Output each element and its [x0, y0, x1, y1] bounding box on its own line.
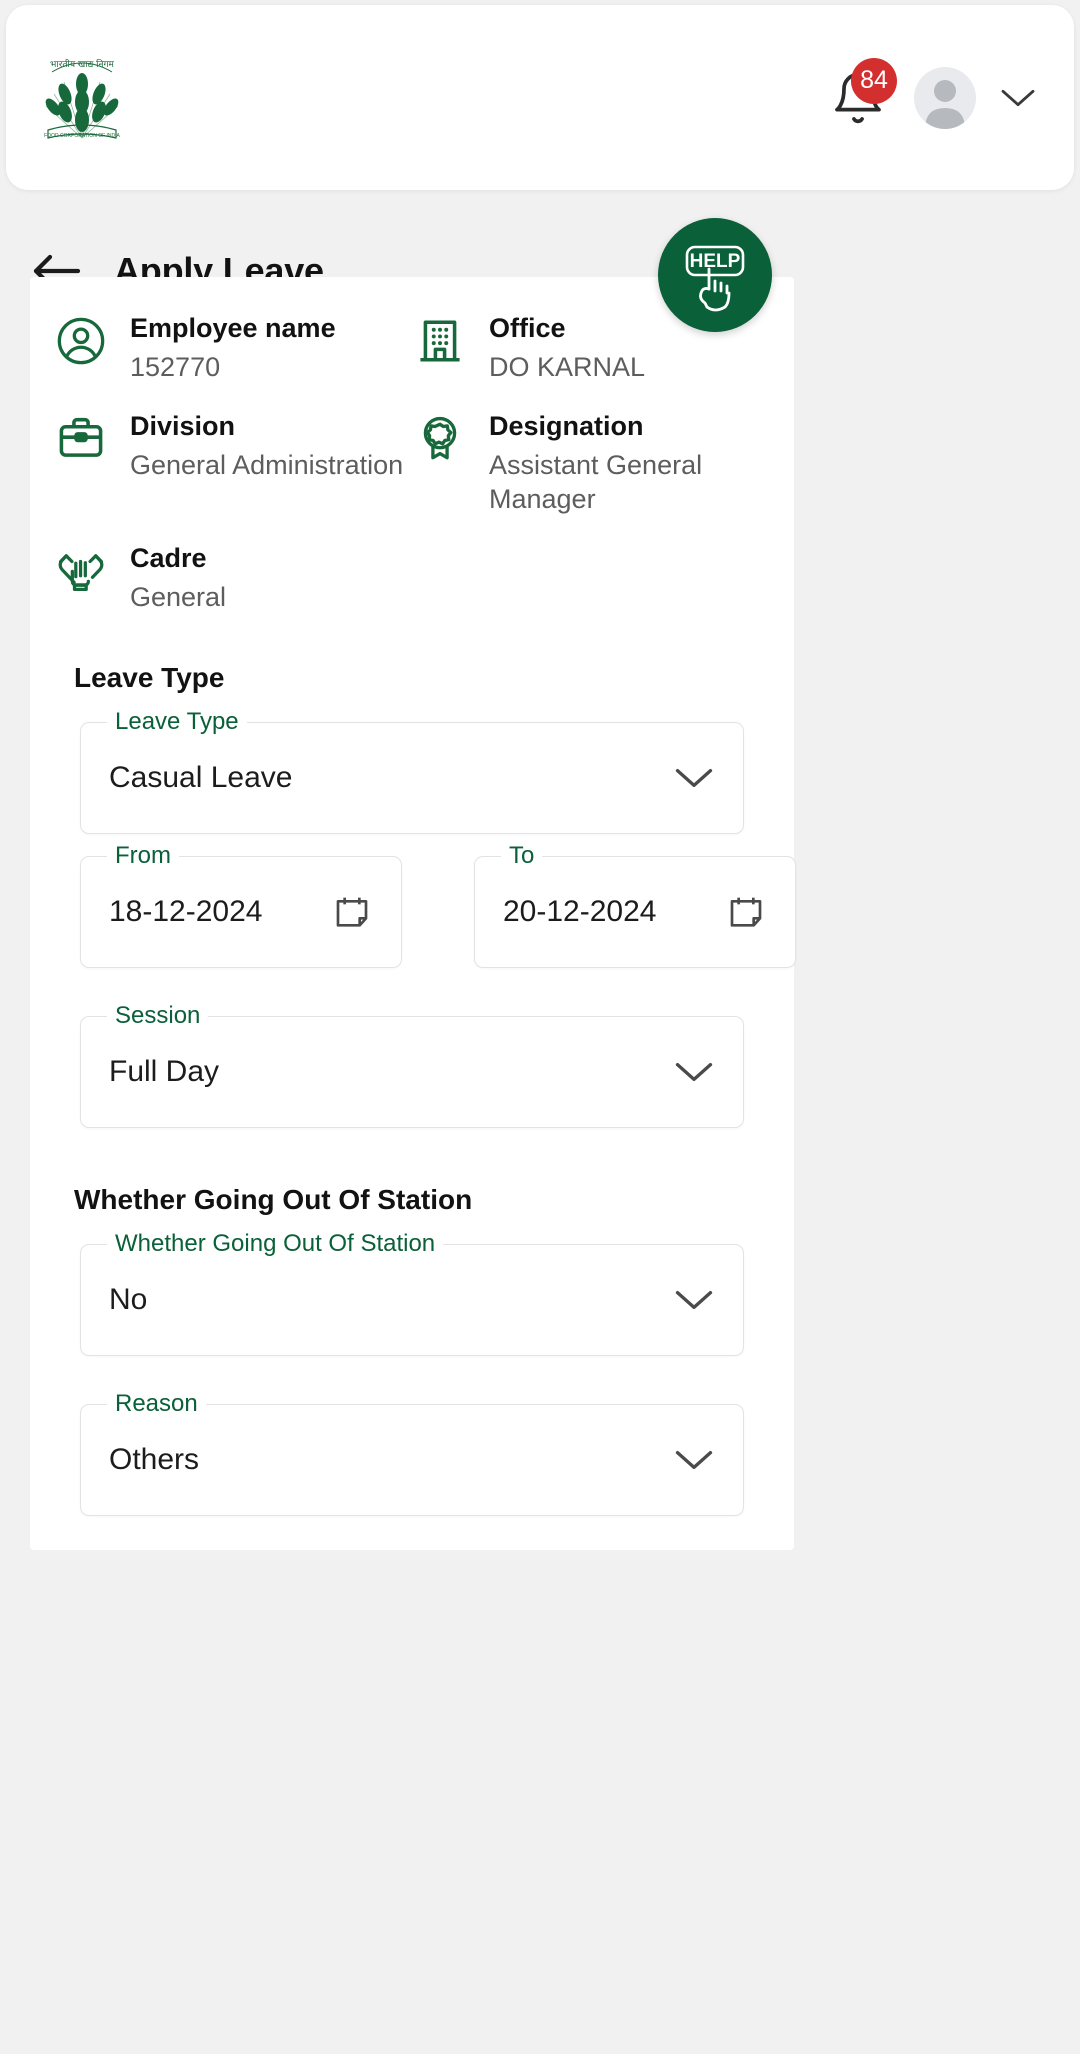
out-of-station-legend: Whether Going Out Of Station — [107, 1230, 444, 1260]
award-badge-icon — [413, 411, 467, 465]
session-value: Full Day — [109, 1055, 220, 1089]
help-label: HELP — [690, 251, 741, 272]
svg-text:भारतीय खाद्य निगम: भारतीय खाद्य निगम — [50, 58, 114, 70]
user-circle-icon — [54, 313, 108, 367]
leave-type-select[interactable]: Leave Type Casual Leave — [80, 708, 744, 835]
chevron-down-icon[interactable] — [671, 755, 717, 801]
chevron-down-icon[interactable] — [671, 1049, 717, 1095]
apply-leave-card: Employee name 152770 Office DO KARNAL Di… — [30, 277, 796, 1551]
info-value: General Administration — [130, 449, 404, 480]
info-value: 152770 — [130, 352, 221, 383]
reason-select[interactable]: Reason Others — [80, 1390, 744, 1517]
calendar-icon[interactable] — [723, 889, 769, 935]
from-date-value: 18-12-2024 — [109, 895, 263, 929]
out-of-station-value: No — [109, 1283, 148, 1317]
reason-value: Others — [109, 1443, 200, 1477]
info-item-designation: Designation Assistant General Manager — [413, 397, 772, 529]
info-value: General — [130, 581, 227, 612]
pointing-hand-icon: HELP — [685, 245, 745, 312]
leave-type-legend: Leave Type — [107, 708, 247, 738]
avatar[interactable] — [914, 66, 976, 129]
fci-logo[interactable]: भारतीय खाद्य निगम FOOD CORPORATION OF IN… — [34, 48, 130, 148]
chevron-down-icon[interactable] — [671, 1437, 717, 1483]
info-label: Employee name — [130, 313, 336, 343]
from-date-legend: From — [107, 842, 179, 872]
date-range-row: From 18-12-2024 To 20-12-2024 — [52, 834, 796, 969]
info-item-cadre: Cadre General — [54, 529, 772, 627]
info-value: Assistant General Manager — [489, 449, 703, 515]
wheat-emblem-icon: भारतीय खाद्य निगम FOOD CORPORATION OF IN… — [44, 58, 120, 139]
out-of-station-select[interactable]: Whether Going Out Of Station No — [80, 1230, 744, 1357]
user-avatar-icon — [925, 79, 965, 129]
session-select[interactable]: Session Full Day — [80, 1002, 744, 1129]
info-value: DO KARNAL — [489, 352, 646, 383]
briefcase-icon — [54, 411, 108, 465]
from-date-field[interactable]: From 18-12-2024 — [80, 842, 402, 969]
info-label: Cadre — [130, 542, 207, 573]
reason-legend: Reason — [107, 1390, 206, 1420]
info-item-division: Division General Administration — [54, 397, 413, 529]
to-date-legend: To — [501, 842, 543, 872]
info-label: Division — [130, 410, 236, 441]
section-title-out-of-station: Whether Going Out Of Station — [74, 1184, 473, 1216]
app-bar-actions: 84 — [824, 57, 1038, 132]
section-title-leave-type: Leave Type — [74, 662, 225, 694]
to-date-value: 20-12-2024 — [503, 895, 657, 929]
to-date-field[interactable]: To 20-12-2024 — [474, 842, 796, 969]
info-label: Designation — [489, 410, 644, 441]
chevron-down-icon[interactable] — [671, 1277, 717, 1323]
leave-type-value: Casual Leave — [109, 761, 293, 795]
help-button[interactable]: HELP — [658, 218, 772, 332]
app-bar: भारतीय खाद्य निगम FOOD CORPORATION OF IN… — [6, 5, 1074, 190]
info-label: Office — [489, 313, 566, 343]
svg-text:FOOD CORPORATION OF INDIA: FOOD CORPORATION OF INDIA — [44, 133, 120, 139]
session-legend: Session — [107, 1002, 209, 1032]
notification-badge: 84 — [851, 57, 897, 104]
helping-hands-icon — [54, 543, 108, 597]
employee-info-grid: Employee name 152770 Office DO KARNAL Di… — [52, 299, 772, 626]
notifications-button[interactable]: 84 — [824, 57, 897, 132]
account-chevron-down-icon[interactable] — [998, 85, 1038, 111]
info-item-employee-name: Employee name 152770 — [54, 299, 413, 397]
calendar-icon[interactable] — [329, 889, 375, 935]
building-icon — [413, 313, 467, 367]
